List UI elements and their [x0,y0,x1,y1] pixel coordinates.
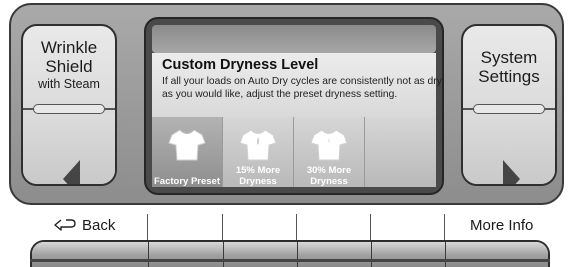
option-factory-preset[interactable]: Factory Preset [152,117,223,187]
back-softkey[interactable] [32,242,149,267]
previous-button[interactable] [23,114,115,184]
softkey-2[interactable] [149,242,224,267]
option-label-line1: 30% More [306,165,352,176]
option-label: Factory Preset [152,176,222,187]
next-button[interactable] [463,114,555,184]
shirt-icon [168,129,206,161]
option-label-line1: Factory Preset [153,176,220,187]
screen-header-bar [152,25,436,53]
option-label: 30% More Dryness [294,165,364,187]
wrinkle-shield-button[interactable]: Wrinkle Shield with Steam [21,24,117,186]
back-softkey-label: Back [54,212,115,240]
button-divider [463,104,555,114]
wrinkle-shield-line2: Shield [45,57,93,76]
button-divider [23,104,115,114]
option-label: 15% More Dryness [223,165,293,187]
option-label-line1: 15% More [235,165,281,176]
softkey-row [30,240,550,267]
page-description: If all your loads on Auto Dry cycles are… [162,76,442,100]
option-label-line2: Dryness [239,176,277,187]
system-settings-button[interactable]: System Settings [461,24,557,186]
option-15-more-dryness[interactable]: 15% More Dryness [223,117,294,187]
softkey-4[interactable] [298,242,372,267]
wrinkle-shield-line3: with Steam [38,77,100,91]
system-settings-label: System Settings [463,48,555,86]
system-settings-line2: Settings [478,67,540,86]
more-info-softkey[interactable] [446,242,548,267]
option-empty [365,117,436,187]
shirt-icon [239,129,277,161]
option-30-more-dryness[interactable]: 30% More Dryness [294,117,365,187]
return-arrow-icon [54,219,76,231]
dryness-options: Factory Preset 15% More Dryness 30% More… [152,117,436,187]
wrinkle-shield-label: Wrinkle Shield with Steam [23,38,115,92]
display-screen: Custom Dryness Level If all your loads o… [144,17,444,195]
softkey-5[interactable] [372,242,446,267]
softkey-base-bar [30,259,550,262]
page-title: Custom Dryness Level [162,57,319,73]
softkey-3[interactable] [224,242,298,267]
wrinkle-shield-line1: Wrinkle [40,38,98,57]
more-info-softkey-label: More Info [470,217,534,234]
screen-content: Custom Dryness Level If all your loads o… [152,53,442,117]
softkey-labels: Back More Info [30,212,550,244]
system-settings-line1: System [480,48,538,67]
triangle-left-icon [63,160,80,184]
back-label: Back [82,217,116,234]
shirt-icon [310,129,348,161]
triangle-right-icon [503,160,520,184]
option-label-line2: Dryness [310,176,348,187]
